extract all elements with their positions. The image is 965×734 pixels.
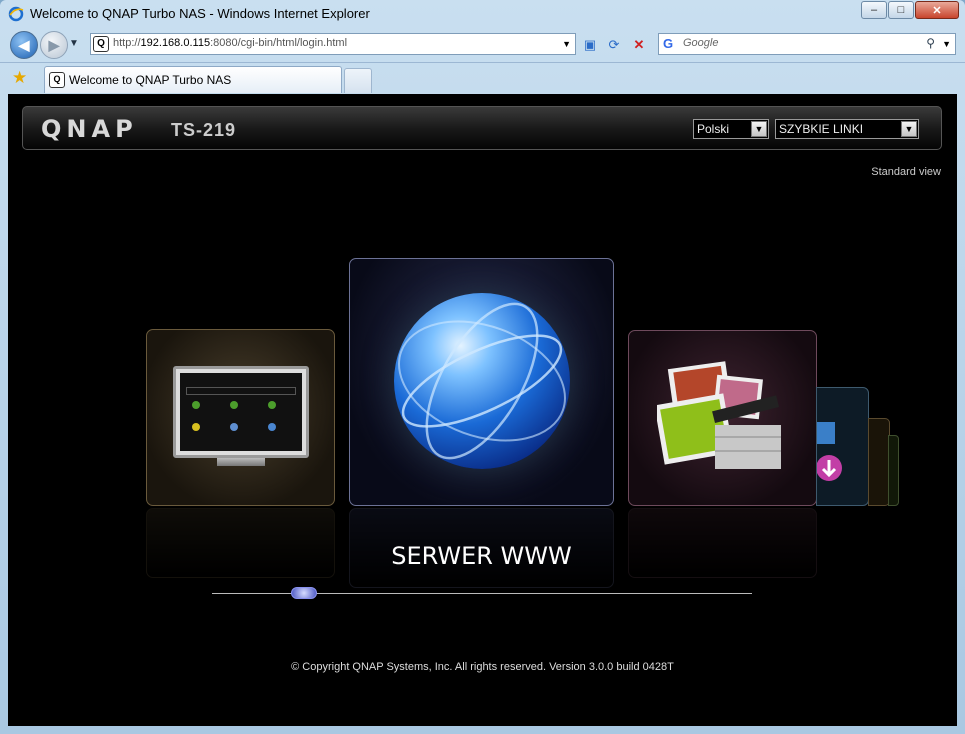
compatibility-view-icon[interactable]: ▣ — [580, 35, 600, 55]
stop-icon[interactable]: ✕ — [629, 35, 649, 55]
copyright-text: © Copyright QNAP Systems, Inc. All right… — [291, 661, 674, 673]
monitor-stand — [217, 458, 265, 466]
recent-pages-dropdown-icon[interactable]: ▼ — [69, 38, 79, 49]
search-icon[interactable]: ⚲ — [926, 36, 935, 50]
forward-button[interactable]: ▶ — [40, 31, 68, 59]
tab-qnap-login[interactable]: Q Welcome to QNAP Turbo NAS — [44, 66, 342, 93]
favorites-star-icon[interactable]: ★ — [12, 68, 27, 88]
quicklinks-select[interactable]: SZYBKIE LINKI ▼ — [775, 119, 919, 139]
chevron-down-icon[interactable]: ▼ — [751, 121, 767, 137]
ie-logo-icon — [8, 6, 24, 22]
qnap-header: QNAP TS-219 Polski ▼ SZYBKIE LINKI ▼ — [22, 106, 942, 150]
address-url[interactable]: http://192.168.0.115:8080/cgi-bin/html/l… — [113, 37, 347, 49]
tab-bar: ★ Q Welcome to QNAP Turbo NAS — [0, 62, 965, 94]
qnap-logo: QNAP — [41, 115, 138, 143]
minimize-button[interactable]: – — [861, 1, 887, 19]
quicklinks-select-value: SZYBKIE LINKI — [779, 122, 864, 136]
carousel-tile-web-server[interactable] — [349, 258, 614, 506]
window-controls: – □ ✕ — [860, 1, 959, 19]
globe-web-server-icon — [394, 293, 570, 469]
carousel-tile-more[interactable] — [868, 418, 890, 506]
tile-reflection — [628, 508, 817, 578]
carousel-caption: SERWER WWW — [391, 542, 572, 570]
address-bar[interactable]: Q http://192.168.0.115:8080/cgi-bin/html… — [90, 33, 576, 55]
carousel-tile-download[interactable] — [816, 387, 869, 506]
carousel-tile-multimedia[interactable] — [628, 330, 817, 506]
model-name: TS-219 — [171, 120, 237, 140]
tab-label: Welcome to QNAP Turbo NAS — [69, 73, 232, 87]
new-tab-button[interactable] — [344, 68, 372, 93]
back-button[interactable]: ◀ — [10, 31, 38, 59]
language-select-value: Polski — [697, 122, 730, 136]
close-button[interactable]: ✕ — [915, 1, 959, 19]
address-dropdown-icon[interactable]: ▼ — [562, 39, 571, 49]
title-bar: Welcome to QNAP Turbo NAS - Windows Inte… — [0, 0, 965, 28]
search-box[interactable]: G Google ⚲ ▼ — [658, 33, 956, 55]
page-favicon-icon: Q — [93, 36, 109, 52]
tile-reflection — [146, 508, 335, 578]
navigation-bar: ◀ ▶ ▼ Q http://192.168.0.115:8080/cgi-bi… — [0, 29, 965, 61]
maximize-button[interactable]: □ — [888, 1, 914, 19]
carousel-slider-handle[interactable] — [291, 587, 317, 599]
search-placeholder: Google — [683, 37, 719, 49]
monitor-admin-icon — [173, 366, 309, 458]
multimedia-station-icon — [654, 359, 792, 479]
browser-window: Welcome to QNAP Turbo NAS - Windows Inte… — [0, 0, 965, 734]
search-options-dropdown-icon[interactable]: ▼ — [942, 39, 951, 49]
chevron-down-icon[interactable]: ▼ — [901, 121, 917, 137]
standard-view-link[interactable]: Standard view — [871, 166, 941, 178]
carousel-tile-admin[interactable] — [146, 329, 335, 506]
page-content: QNAP TS-219 Polski ▼ SZYBKIE LINKI ▼ Sta… — [8, 94, 957, 726]
carousel-tile-more[interactable] — [888, 435, 899, 506]
tab-favicon-icon: Q — [49, 72, 65, 88]
google-logo-icon: G — [663, 36, 674, 51]
refresh-icon[interactable]: ⟳ — [604, 35, 624, 55]
download-station-icon — [817, 422, 842, 481]
language-select[interactable]: Polski ▼ — [693, 119, 769, 139]
window-title: Welcome to QNAP Turbo NAS - Windows Inte… — [30, 6, 370, 21]
